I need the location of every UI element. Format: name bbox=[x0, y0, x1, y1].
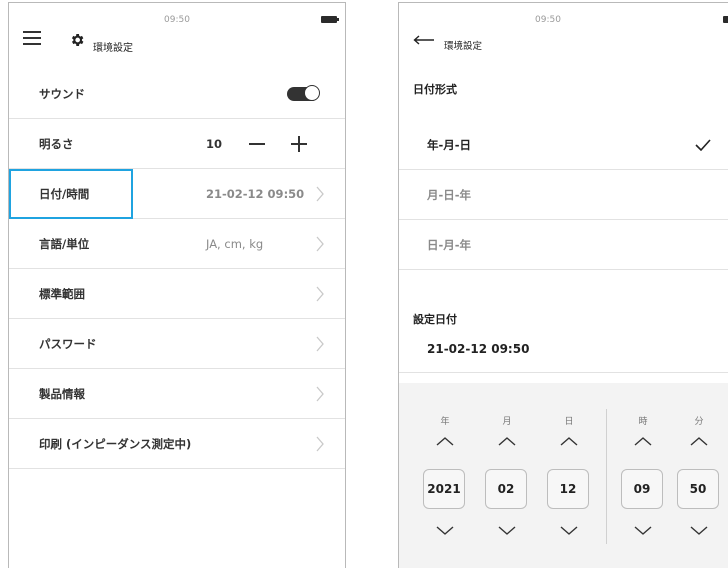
chevron-down-icon[interactable] bbox=[690, 526, 708, 536]
datetime-picker: 年 2021 月 02 日 12 時 09 分 50 bbox=[399, 383, 728, 568]
date-format-option-dmy[interactable]: 日-月-年 bbox=[399, 220, 728, 270]
chevron-up-icon[interactable] bbox=[634, 436, 652, 446]
sound-toggle[interactable] bbox=[287, 84, 320, 101]
row-label: 明るさ bbox=[39, 136, 74, 151]
settings-row-language[interactable]: 言語/単位 JA, cm, kg bbox=[9, 219, 345, 269]
datetime-value: 21-02-12 09:50 bbox=[206, 186, 305, 201]
row-label: 印刷 (インピーダンス測定中) bbox=[39, 436, 192, 451]
toggle-knob bbox=[304, 84, 320, 101]
set-date-value: 21-02-12 09:50 bbox=[427, 342, 530, 356]
row-label: 標準範囲 bbox=[39, 286, 85, 301]
settings-row-standard-range[interactable]: 標準範囲 bbox=[9, 269, 345, 319]
datetime-highlight-frame bbox=[9, 169, 133, 219]
month-value[interactable]: 02 bbox=[485, 469, 527, 509]
option-label: 月-日-年 bbox=[427, 187, 472, 202]
row-label: サウンド bbox=[39, 86, 85, 101]
chevron-up-icon[interactable] bbox=[690, 436, 708, 446]
picker-divider bbox=[606, 409, 607, 544]
year-value[interactable]: 2021 bbox=[423, 469, 465, 509]
date-format-option-ymd[interactable]: 年-月-日 bbox=[399, 120, 728, 170]
battery-icon bbox=[321, 16, 339, 23]
date-settings-screen: 09:50 環境設定 日付形式 年-月-日 月-日-年 日-月-年 設定日付 2… bbox=[398, 2, 728, 568]
settings-row-sound: サウンド bbox=[9, 69, 345, 119]
picker-header: 分 bbox=[694, 417, 704, 427]
chevron-right-icon bbox=[316, 436, 324, 451]
page-title: 環境設定 bbox=[444, 41, 483, 52]
row-label: 言語/単位 bbox=[39, 236, 90, 251]
settings-screen: 09:50 環境設定 サウンド 明るさ 10 日付/時間 21-02-12 09… bbox=[8, 2, 346, 568]
picker-header: 日 bbox=[564, 417, 574, 427]
page-title: 環境設定 bbox=[93, 43, 133, 54]
chevron-up-icon[interactable] bbox=[560, 436, 578, 446]
divider bbox=[399, 372, 728, 373]
hour-value[interactable]: 09 bbox=[621, 469, 663, 509]
settings-row-password[interactable]: パスワード bbox=[9, 319, 345, 369]
chevron-right-icon bbox=[316, 386, 324, 401]
settings-row-product-info[interactable]: 製品情報 bbox=[9, 369, 345, 419]
brightness-decrease-button[interactable] bbox=[249, 142, 265, 145]
back-arrow-icon[interactable] bbox=[413, 35, 435, 45]
brightness-value: 10 bbox=[206, 136, 223, 151]
checkmark-icon bbox=[695, 138, 711, 151]
option-label: 日-月-年 bbox=[427, 237, 472, 252]
gear-icon bbox=[71, 34, 84, 46]
battery-icon bbox=[723, 16, 728, 23]
chevron-down-icon[interactable] bbox=[436, 526, 454, 536]
minute-value[interactable]: 50 bbox=[677, 469, 719, 509]
status-time: 09:50 bbox=[535, 15, 561, 25]
chevron-up-icon[interactable] bbox=[436, 436, 454, 446]
picker-header: 時 bbox=[638, 417, 648, 427]
set-date-title: 設定日付 bbox=[413, 313, 457, 326]
brightness-increase-button[interactable] bbox=[291, 135, 307, 152]
chevron-down-icon[interactable] bbox=[634, 526, 652, 536]
chevron-down-icon[interactable] bbox=[498, 526, 516, 536]
chevron-down-icon[interactable] bbox=[560, 526, 578, 536]
date-format-title: 日付形式 bbox=[413, 83, 457, 96]
menu-icon[interactable] bbox=[23, 31, 41, 45]
day-value[interactable]: 12 bbox=[547, 469, 589, 509]
row-label: 製品情報 bbox=[39, 386, 85, 401]
chevron-up-icon[interactable] bbox=[498, 436, 516, 446]
row-label: パスワード bbox=[39, 336, 97, 351]
picker-header: 月 bbox=[502, 417, 512, 427]
picker-header: 年 bbox=[440, 417, 450, 427]
date-format-option-mdy[interactable]: 月-日-年 bbox=[399, 170, 728, 220]
language-value: JA, cm, kg bbox=[206, 236, 264, 251]
status-time: 09:50 bbox=[164, 15, 190, 25]
settings-row-brightness: 明るさ 10 bbox=[9, 119, 345, 169]
option-label: 年-月-日 bbox=[427, 137, 472, 152]
chevron-right-icon bbox=[316, 236, 324, 251]
settings-row-print[interactable]: 印刷 (インピーダンス測定中) bbox=[9, 419, 345, 469]
chevron-right-icon bbox=[316, 336, 324, 351]
chevron-right-icon bbox=[316, 186, 324, 201]
chevron-right-icon bbox=[316, 286, 324, 301]
